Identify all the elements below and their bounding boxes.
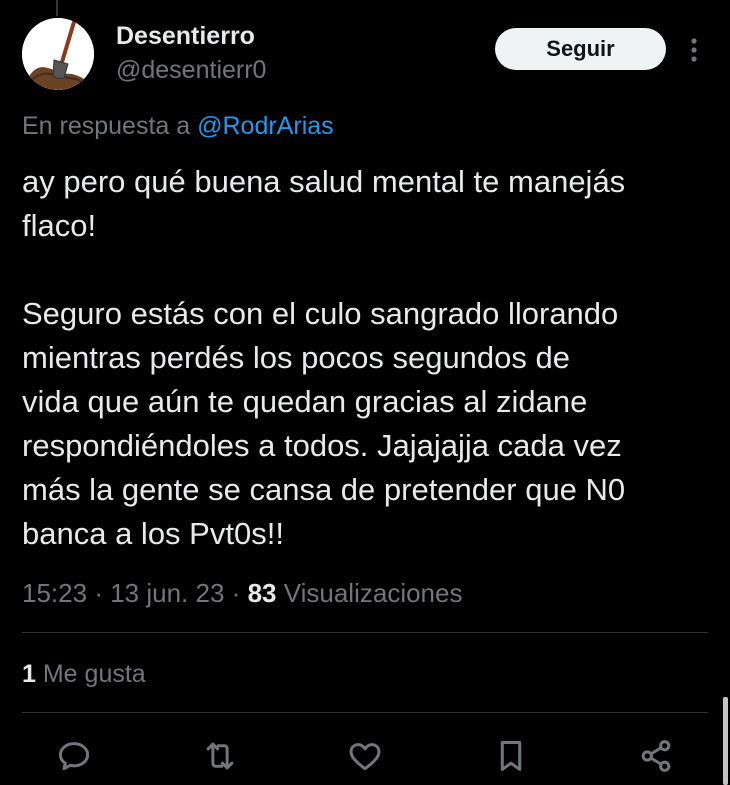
reply-context: En respuesta a @RodrArias [22,112,334,141]
bookmark-icon [500,741,522,771]
tweet-meta: 15:23 · 13 jun. 23 · 83 Visualizaciones [22,578,462,609]
follow-button[interactable]: Seguir [495,28,666,70]
retweet-button[interactable] [200,736,240,776]
retweet-arrows-icon [206,742,234,770]
avatar[interactable] [22,18,94,90]
meta-separator: · [231,578,241,608]
reply-prefix: En respuesta a [22,112,191,140]
divider [22,632,708,633]
tweet-text: ay pero qué buena salud mental te manejá… [22,164,626,551]
author-handle[interactable]: @desentierr0 [116,56,266,85]
scrollbar-thumb[interactable] [723,697,728,785]
speech-bubble-icon [58,742,90,771]
tweet-date[interactable]: 13 jun. 23 [110,578,224,608]
shovel-dirt-logo [22,18,94,90]
like-label: Me gusta [42,660,146,688]
like-count: 1 [22,660,36,688]
more-options-button[interactable] [684,36,704,66]
reply-button[interactable] [54,736,94,776]
bookmark-button[interactable] [491,736,531,776]
heart-icon [349,743,381,771]
share-button[interactable] [636,736,676,776]
likes-summary[interactable]: 1 Me gusta [22,660,146,689]
like-button[interactable] [345,736,385,776]
tweet-time[interactable]: 15:23 [22,578,87,608]
thread-connector-line [56,0,58,16]
author-display-name[interactable]: Desentierro [116,22,255,51]
view-count: 83 [247,578,277,608]
divider [22,712,708,713]
meta-separator: · [94,578,103,608]
reply-mention-link[interactable]: @RodrArias [197,112,334,140]
more-vertical-icon [691,38,697,62]
view-label: Visualizaciones [283,578,463,608]
share-nodes-icon [641,740,671,772]
